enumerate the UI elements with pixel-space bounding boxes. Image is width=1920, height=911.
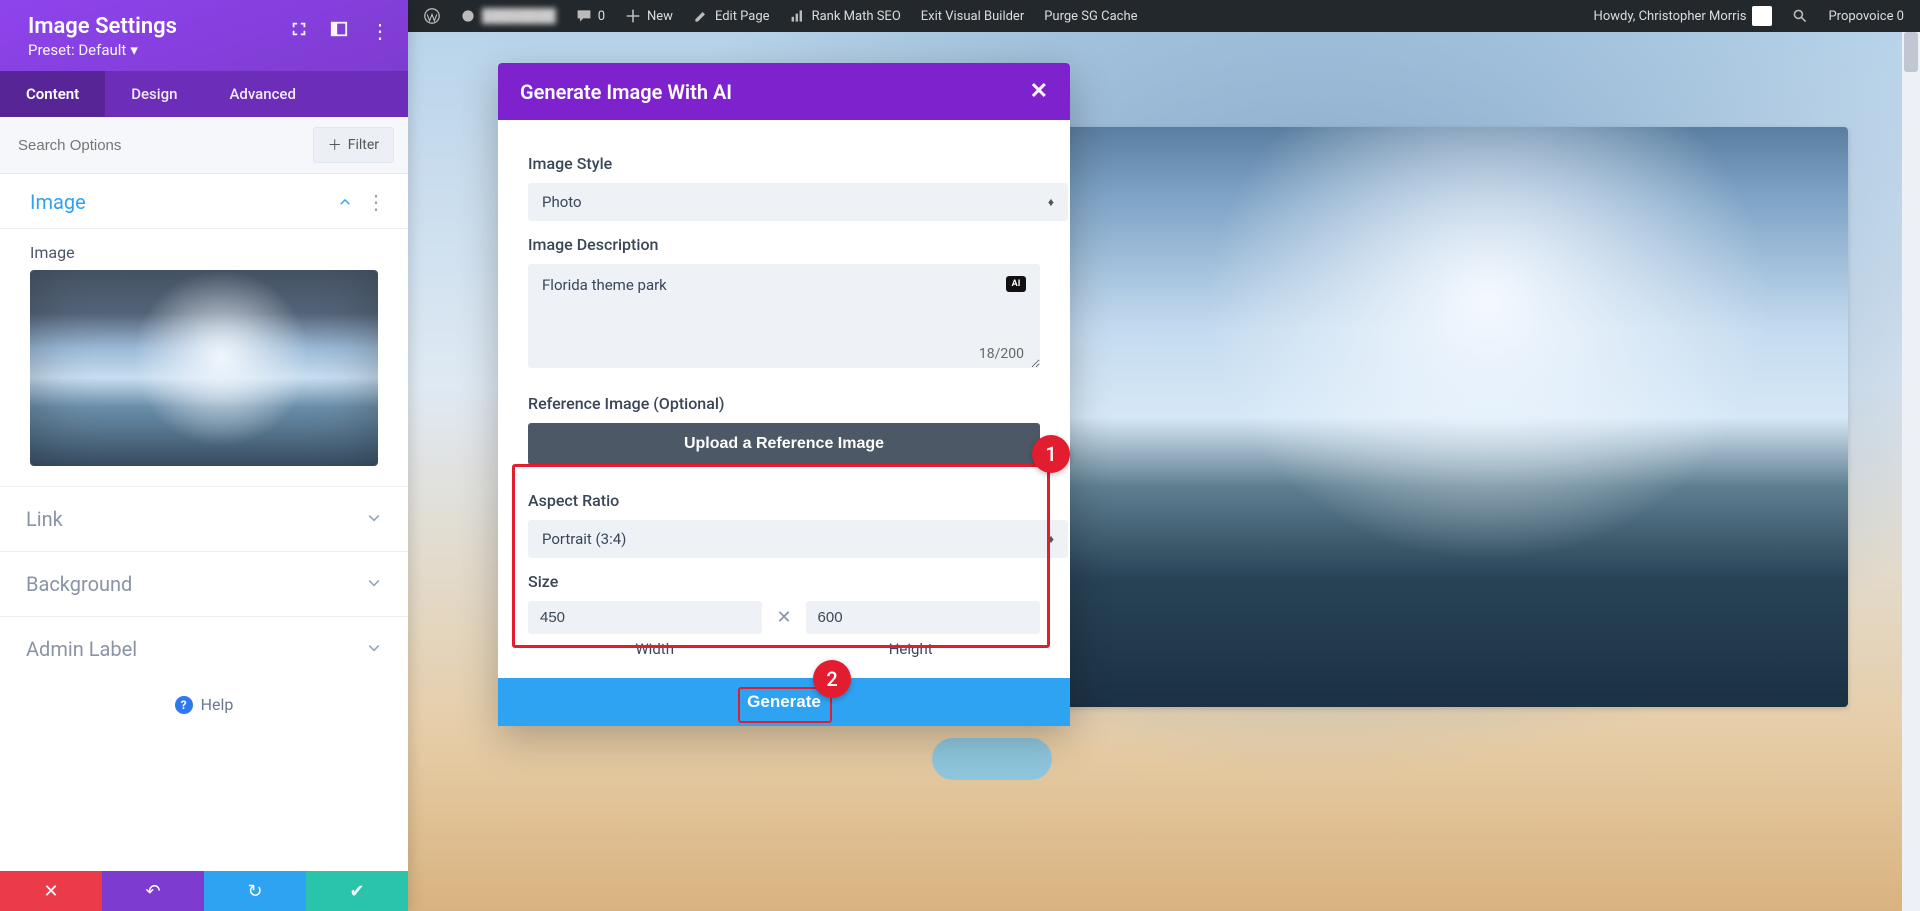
caret-down-icon: ▾ [130,41,138,59]
upload-reference-button[interactable]: Upload a Reference Image [528,423,1040,465]
dock-icon[interactable] [330,20,348,42]
chevron-down-icon [366,637,382,661]
avatar [1752,6,1772,26]
search-input[interactable] [14,131,303,160]
rank-math-seo[interactable]: Rank Math SEO [782,0,909,32]
width-sublabel: Width [635,640,674,658]
chevron-down-icon [366,507,382,531]
search-icon[interactable] [1784,0,1816,32]
tab-design[interactable]: Design [105,71,203,117]
aspect-ratio-select[interactable]: Portrait (3:4) ♦ [528,520,1068,558]
char-counter: 18/200 [979,346,1024,362]
generate-button[interactable]: Generate [498,678,1070,726]
new-content[interactable]: New [617,0,681,32]
undo-button[interactable]: ↶ [102,871,204,911]
image-style-select[interactable]: Photo ♦ [528,183,1068,221]
image-style-label: Image Style [528,154,1040,173]
image-field: Image [0,229,408,487]
plus-icon: ＋ [328,135,342,155]
comments[interactable]: 0 [568,0,613,32]
image-thumbnail[interactable] [30,270,378,466]
height-input[interactable] [806,601,1040,634]
ai-image-modal: Generate Image With AI ✕ Image Style Pho… [498,63,1070,726]
chevron-down-icon [366,572,382,596]
help-icon: ? [175,696,193,714]
modal-header: Generate Image With AI ✕ [498,63,1070,120]
module-settings-panel: Image Settings Preset: Default▾ ⋮ Conten… [0,0,408,911]
undo-icon: ↶ [145,881,160,902]
filter-button[interactable]: ＋ Filter [313,127,394,163]
image-label: Image [30,243,378,262]
kebab-icon[interactable]: ⋮ [366,190,386,214]
help-link[interactable]: ? Help [0,681,408,718]
purge-sg-cache[interactable]: Purge SG Cache [1036,0,1145,32]
group-image[interactable]: Image ⋮ [0,174,408,229]
group-admin-label[interactable]: Admin Label [0,617,408,681]
close-icon[interactable]: ✕ [1030,79,1048,104]
save-button[interactable]: ✔ [306,871,408,911]
width-input[interactable] [528,601,762,634]
wp-admin-bar: ████████ 0 New Edit Page Rank Math SEO E… [408,0,1920,32]
exit-visual-builder[interactable]: Exit Visual Builder [913,0,1032,32]
wp-logo[interactable] [416,0,448,32]
description-textarea[interactable] [528,264,1040,368]
propovoice[interactable]: Propovoice 0 [1820,0,1912,32]
select-caret-icon: ♦ [1048,532,1054,546]
scrollbar-track [1902,32,1920,911]
preset-dropdown[interactable]: Preset: Default▾ [28,41,177,59]
panel-header: Image Settings Preset: Default▾ ⋮ [0,0,408,71]
reference-image-label: Reference Image (Optional) [528,394,1040,413]
settings-tabs: Content Design Advanced [0,71,408,117]
panel-title: Image Settings [28,14,177,39]
focus-icon[interactable] [290,20,308,42]
kebab-menu-icon[interactable]: ⋮ [370,21,390,41]
tab-content[interactable]: Content [0,71,105,117]
group-background[interactable]: Background [0,552,408,617]
cancel-button[interactable]: ✕ [0,871,102,911]
book-now-button[interactable] [932,738,1052,780]
site-name[interactable]: ████████ [452,0,564,32]
dimension-separator-icon: ✕ [776,607,791,628]
tab-advanced[interactable]: Advanced [203,71,321,117]
check-icon: ✔ [349,881,364,902]
select-caret-icon: ♦ [1048,195,1054,209]
scrollbar-thumb[interactable] [1904,32,1918,72]
edit-page[interactable]: Edit Page [685,0,778,32]
height-sublabel: Height [889,640,933,658]
size-label: Size [528,572,1040,591]
user-menu[interactable]: Howdy, Christopher Morris [1586,0,1781,32]
ai-enhance-icon[interactable]: AI [1006,276,1026,292]
search-row: ＋ Filter [0,117,408,174]
panel-footer: ✕ ↶ ↻ ✔ [0,871,408,911]
redo-button[interactable]: ↻ [204,871,306,911]
description-label: Image Description [528,235,1040,254]
redo-icon: ↻ [247,881,262,902]
module-image-preview[interactable] [1048,127,1848,707]
group-link[interactable]: Link [0,487,408,552]
chevron-up-icon [338,190,352,214]
modal-title: Generate Image With AI [520,80,732,104]
close-icon: ✕ [43,881,58,902]
aspect-ratio-label: Aspect Ratio [528,491,1040,510]
